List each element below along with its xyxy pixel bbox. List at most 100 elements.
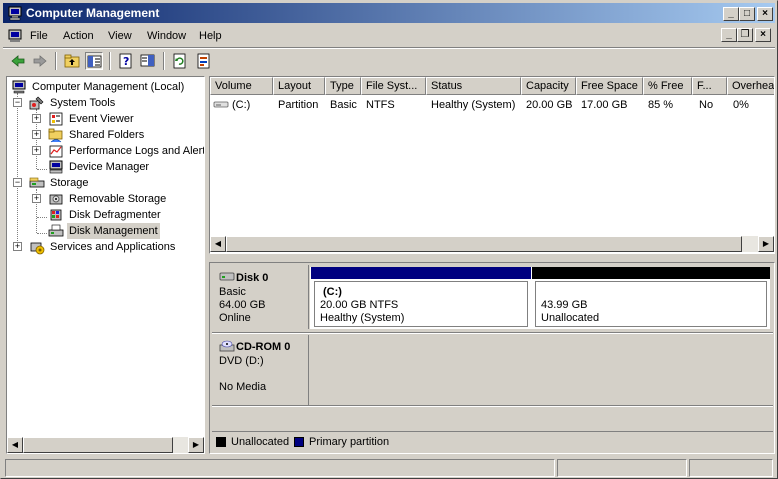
legend-label-unallocated: Unallocated [231,436,290,448]
mdi-restore-button[interactable]: ❐ [737,28,753,42]
scroll-left-button[interactable]: ◀ [210,236,226,252]
scroll-thumb[interactable] [226,236,742,252]
computer-management-icon [7,5,23,21]
tree-label: Disk Defragmenter [69,209,161,221]
scroll-thumb[interactable] [23,437,173,453]
up-folder-icon[interactable] [63,52,81,70]
mdi-close-button[interactable]: × [755,28,771,42]
tree-expand-services-apps[interactable]: + [13,242,22,251]
disk0-partitions: (C:) 20.00 GB NTFS Healthy (System) 43.9… [310,267,770,329]
menu-help[interactable]: Help [199,30,222,42]
column-header-overhead[interactable]: Overhead [727,77,774,95]
disk-row-separator [212,332,773,334]
system-tools-icon [29,95,45,111]
tree-collapse-system-tools[interactable]: − [13,98,22,107]
tree-label: Performance Logs and Alerts [69,145,204,157]
partition-size: 43.99 GB [541,299,588,311]
menu-bar: File Action View Window Help _ ❐ × [3,25,775,47]
disk0-type: Basic [219,286,246,298]
event-viewer-icon [48,111,64,127]
cell-fault-tolerance: No [699,99,714,111]
title-bar[interactable]: Computer Management _ □ × [3,3,775,23]
tree-expand-removable-storage[interactable]: + [32,194,41,203]
tree-expand-shared-folders[interactable]: + [32,130,41,139]
legend-swatch-primary [294,437,304,447]
tree-line [37,169,47,170]
disk0-state: Online [219,312,251,324]
volume-list-horizontal-scrollbar[interactable]: ◀ ▶ [210,236,774,252]
column-header-fault-tolerance[interactable]: F... [692,77,727,95]
minimize-button[interactable]: _ [723,7,739,21]
tree-label: System Tools [50,97,116,109]
properties-icon[interactable]: ? [117,52,135,70]
status-cell-tertiary [689,459,773,477]
refresh-icon[interactable] [171,52,189,70]
cell-capacity: 20.00 GB [526,99,573,111]
tree-horizontal-scrollbar[interactable]: ◀ ▶ [7,437,204,453]
scroll-right-button[interactable]: ▶ [758,236,774,252]
column-header-free-space[interactable]: Free Space [576,77,643,95]
tree-label: Computer Management (Local) [32,81,185,93]
cell-percent-free: 85 % [648,99,674,111]
toolbar: ? [3,49,775,73]
legend-label-primary: Primary partition [309,436,390,448]
menu-file[interactable]: File [30,30,48,42]
toolbar-separator [109,52,111,70]
tree-label: Services and Applications [50,241,176,253]
scroll-left-button[interactable]: ◀ [7,437,23,453]
tree-line [37,233,47,234]
shared-folder-icon [48,127,64,143]
close-button[interactable]: × [757,7,773,21]
scroll-right-button[interactable]: ▶ [188,437,204,453]
services-applications-icon [29,239,45,255]
computer-management-window: Computer Management _ □ × File Action Vi… [0,0,778,479]
computer-icon [11,79,27,95]
export-icon[interactable] [195,52,213,70]
toolbar-separator [163,52,165,70]
tree-expand-performance-logs[interactable]: + [32,146,41,155]
partition-c[interactable]: (C:) 20.00 GB NTFS Healthy (System) [311,267,531,329]
cell-type: Basic [330,99,357,111]
cdrom0-type: DVD (D:) [219,355,264,367]
tree-expand-event-viewer[interactable]: + [32,114,41,123]
column-header-volume[interactable]: Volume [210,77,273,95]
cell-free-space: 17.00 GB [581,99,628,111]
disk-defragmenter-icon [48,207,64,223]
column-header-type[interactable]: Type [325,77,361,95]
menu-view[interactable]: View [108,30,132,42]
back-arrow-icon[interactable] [9,52,27,70]
forward-arrow-icon[interactable] [31,52,49,70]
window-title: Computer Management [26,6,160,20]
show-hide-tree-icon[interactable] [85,52,103,70]
column-header-file-system[interactable]: File Syst... [361,77,426,95]
tree-label: Device Manager [69,161,150,173]
partition-status: Healthy (System) [320,312,405,324]
column-header-percent-free[interactable]: % Free [643,77,692,95]
volume-list[interactable]: Volume Layout Type File Syst... Status C… [209,76,775,254]
status-cell-secondary [557,459,687,477]
mdi-child-icon[interactable] [7,28,23,44]
cell-overhead: 0% [733,99,749,111]
menu-window[interactable]: Window [147,30,186,42]
tree-collapse-storage[interactable]: − [13,178,22,187]
partition-status: Unallocated [541,312,600,324]
disk-graphical-view[interactable]: Disk 0 Basic 64.00 GB Online (C:) 20.00 … [209,262,775,454]
drive-icon [213,97,229,113]
cdrom0-info[interactable]: CD-ROM 0 DVD (D:) No Media [212,335,309,405]
storage-icon [29,175,45,191]
mdi-minimize-button[interactable]: _ [721,28,737,42]
cell-layout: Partition [278,99,319,111]
column-header-layout[interactable]: Layout [273,77,325,95]
partition-unallocated[interactable]: 43.99 GB Unallocated [532,267,770,329]
disk0-info[interactable]: Disk 0 Basic 64.00 GB Online [212,265,309,329]
tree-label: Storage [50,177,89,189]
console-tree[interactable]: Computer Management (Local) − System Too… [6,76,205,454]
menu-action[interactable]: Action [63,30,94,42]
cdrom0-state: No Media [219,381,267,393]
tree-line [37,217,47,218]
column-header-capacity[interactable]: Capacity [521,77,576,95]
column-header-status[interactable]: Status [426,77,521,95]
help-icon[interactable] [139,52,157,70]
partition-body: 43.99 GB Unallocated [535,281,767,327]
maximize-button[interactable]: □ [739,7,755,21]
